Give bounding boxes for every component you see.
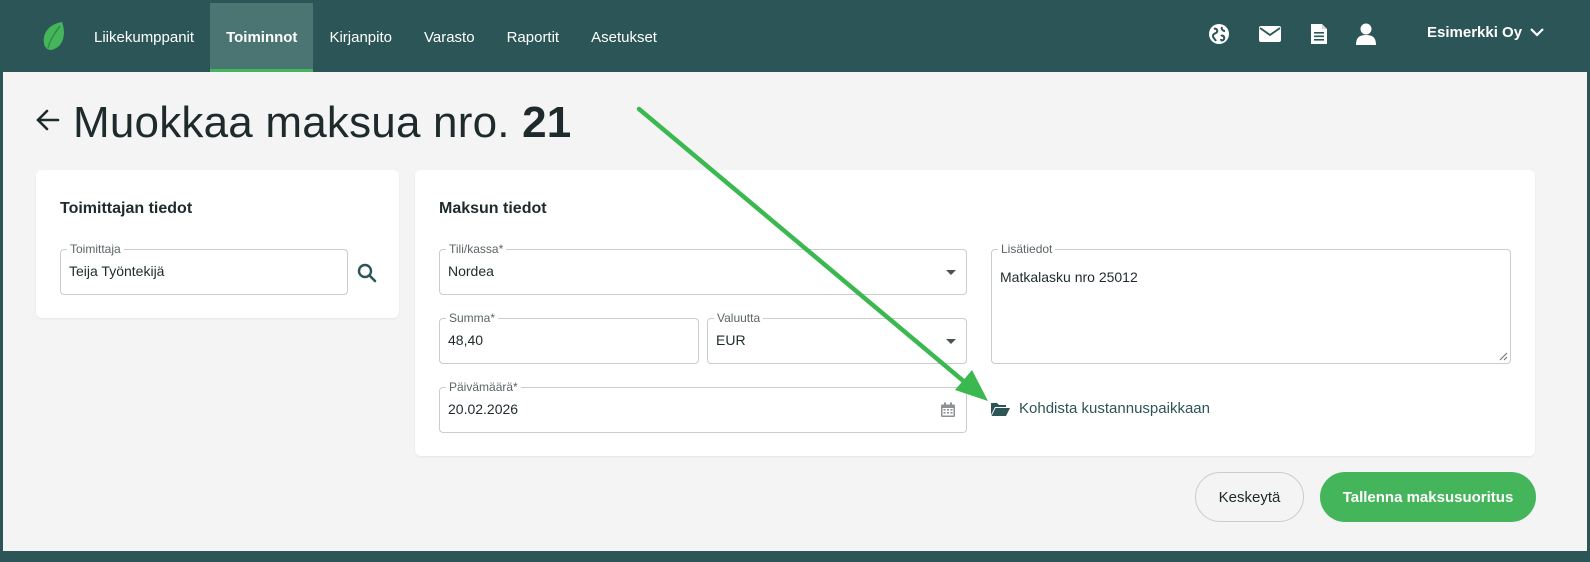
- supplier-heading: Toimittajan tiedot: [60, 200, 193, 217]
- account-label: Tili/kassa*: [446, 242, 507, 256]
- notes-label: Lisätiedot: [998, 242, 1056, 256]
- amount-value: 48,40: [448, 332, 484, 348]
- notes-textarea[interactable]: Lisätiedot Matkalasku nro 25012: [991, 242, 1511, 364]
- top-navigation: Liikekumppanit Toiminnot Kirjanpito Vara…: [0, 0, 1590, 72]
- currency-select[interactable]: Valuutta EUR: [707, 311, 967, 364]
- payment-number: 21: [522, 98, 572, 147]
- resize-handle-icon[interactable]: [1498, 351, 1508, 361]
- amount-input[interactable]: Summa* 48,40: [439, 311, 699, 364]
- search-icon[interactable]: [357, 263, 377, 283]
- date-label: Päivämäärä*: [446, 380, 521, 394]
- notes-value: Matkalasku nro 25012: [1000, 269, 1138, 285]
- date-value: 20.02.2026: [448, 401, 519, 417]
- leaf-logo-icon[interactable]: [40, 20, 68, 52]
- frame-left: [0, 0, 3, 562]
- payment-card: Maksun tiedot Tili/kassa* Nordea Summa* …: [415, 170, 1535, 456]
- account-select[interactable]: Tili/kassa* Nordea: [439, 242, 967, 295]
- mail-icon[interactable]: [1258, 22, 1282, 46]
- nav-item-asetukset[interactable]: Asetukset: [575, 3, 673, 72]
- cancel-button[interactable]: Keskeytä: [1195, 472, 1304, 522]
- payment-heading: Maksun tiedot: [439, 200, 547, 217]
- company-selector[interactable]: Esimerkki Oy: [1427, 24, 1544, 41]
- nav-item-raportit[interactable]: Raportit: [491, 3, 576, 72]
- nav-item-liikekumppanit[interactable]: Liikekumppanit: [78, 3, 210, 72]
- calendar-icon[interactable]: [940, 402, 956, 418]
- currency-value: EUR: [716, 332, 746, 348]
- back-arrow-icon[interactable]: [35, 107, 61, 133]
- supplier-label: Toimittaja: [67, 242, 124, 256]
- chevron-down-icon: [1530, 28, 1544, 37]
- cost-center-label: Kohdista kustannuspaikkaan: [1019, 400, 1210, 417]
- caret-down-icon: [946, 270, 956, 275]
- document-icon[interactable]: [1307, 22, 1331, 46]
- supplier-card: Toimittajan tiedot Toimittaja Teija Työn…: [36, 170, 399, 318]
- supplier-value: Teija Työntekijä: [69, 263, 165, 279]
- nav-item-toiminnot[interactable]: Toiminnot: [210, 3, 314, 72]
- main-nav: Liikekumppanit Toiminnot Kirjanpito Vara…: [78, 3, 673, 72]
- caret-down-icon: [946, 339, 956, 344]
- supplier-field[interactable]: Toimittaja Teija Työntekijä: [60, 242, 348, 295]
- nav-item-kirjanpito[interactable]: Kirjanpito: [313, 3, 408, 72]
- currency-label: Valuutta: [714, 311, 764, 325]
- page-title: Muokkaa maksua nro. 21: [73, 98, 572, 147]
- globe-icon[interactable]: [1207, 22, 1231, 46]
- amount-label: Summa*: [446, 311, 499, 325]
- folder-open-icon: [991, 402, 1010, 416]
- account-value: Nordea: [448, 263, 494, 279]
- nav-item-varasto[interactable]: Varasto: [408, 3, 491, 72]
- date-input[interactable]: Päivämäärä* 20.02.2026: [439, 380, 967, 433]
- company-name: Esimerkki Oy: [1427, 24, 1523, 41]
- user-icon[interactable]: [1354, 22, 1378, 46]
- save-payment-button[interactable]: Tallenna maksusuoritus: [1320, 472, 1536, 522]
- cost-center-link[interactable]: Kohdista kustannuspaikkaan: [991, 400, 1210, 417]
